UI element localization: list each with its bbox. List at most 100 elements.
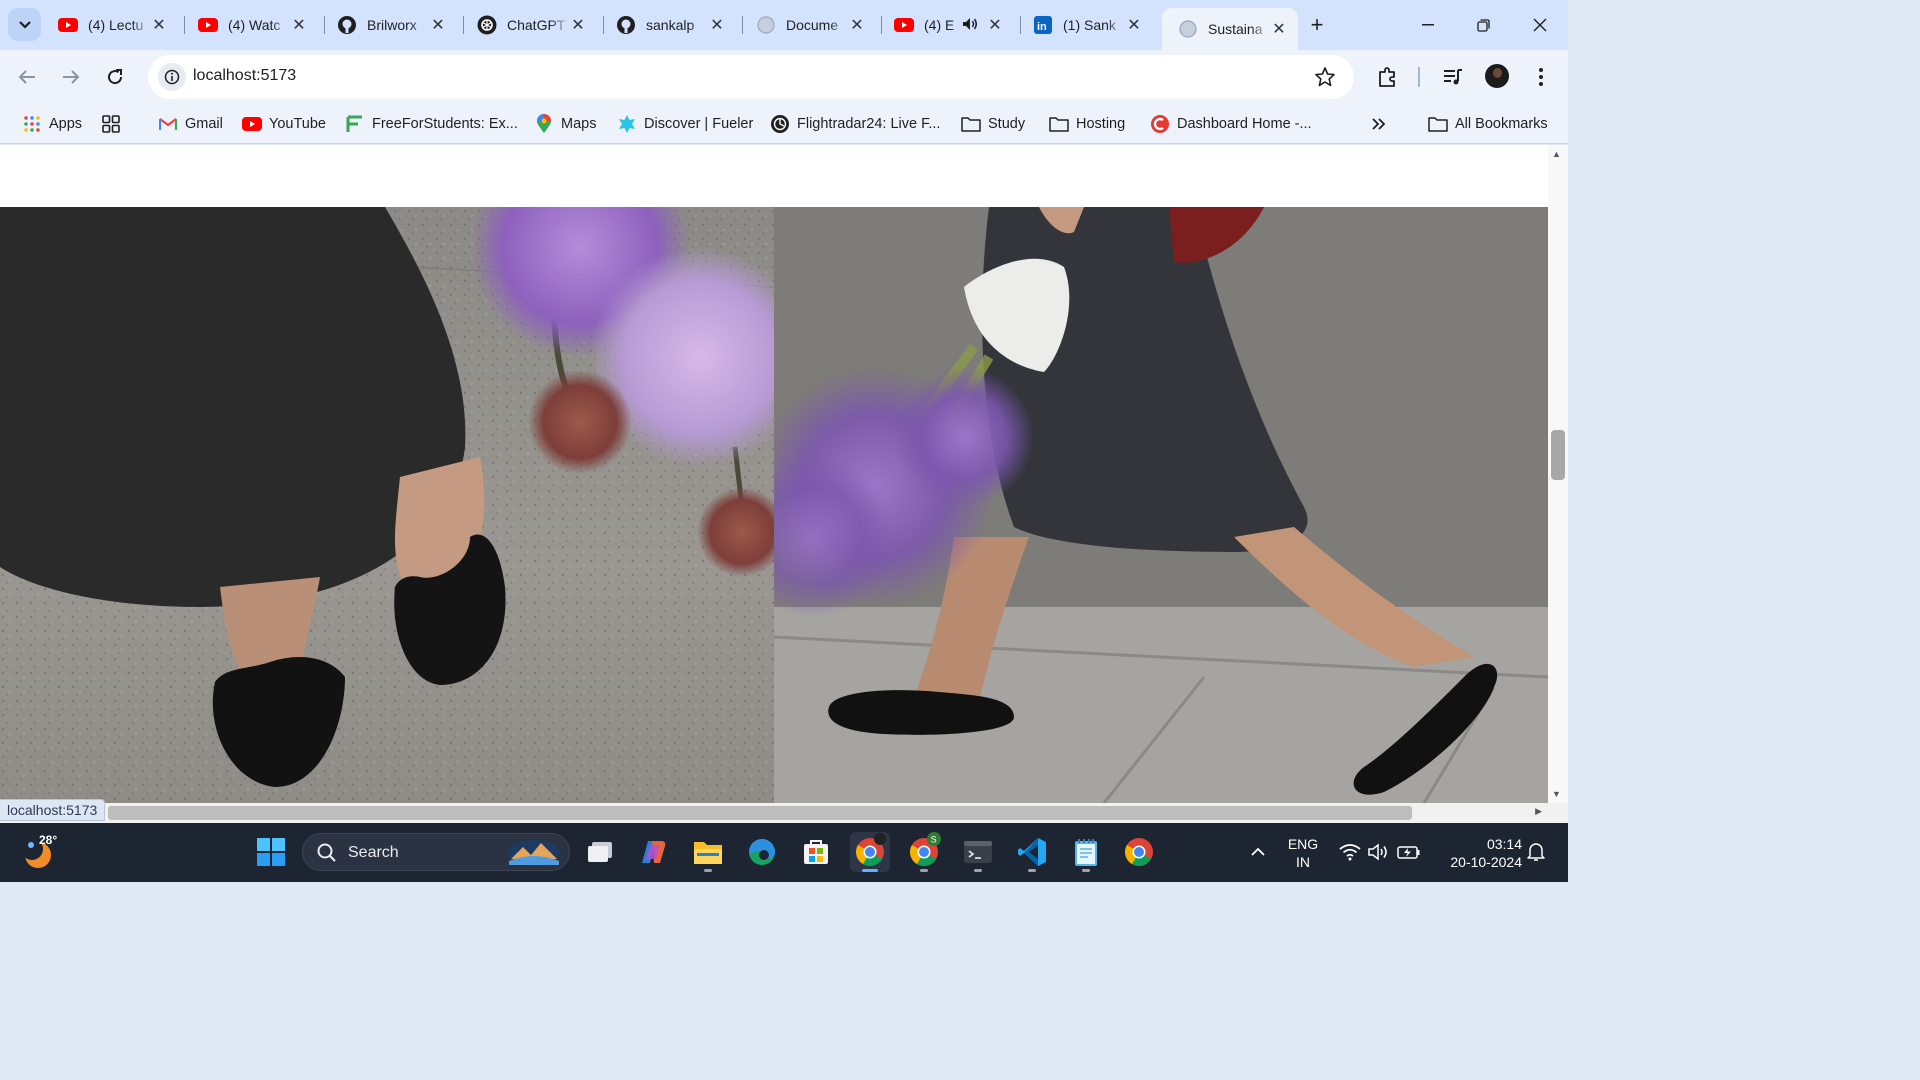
taskbar-chrome-other[interactable] <box>1119 832 1159 872</box>
taskbar-terminal[interactable] <box>958 832 998 872</box>
double-chevron-right-icon <box>1369 114 1389 134</box>
bookmark-tab-groups[interactable] <box>101 112 128 136</box>
reload-icon <box>108 69 123 85</box>
address-bar[interactable]: localhost:5173 <box>148 55 1354 99</box>
chatgpt-icon <box>477 15 497 35</box>
bookmark-gmail[interactable]: Gmail <box>158 112 223 136</box>
taskbar-chrome-profile-s[interactable]: S <box>904 832 944 872</box>
scroll-up-arrow-icon[interactable]: ▲ <box>1552 149 1561 159</box>
tab-title: Brilworx <box>367 17 417 33</box>
fueler-icon <box>617 114 637 134</box>
taskbar-store[interactable] <box>796 832 836 872</box>
more-bookmarks-button[interactable] <box>1369 112 1396 136</box>
gmail-icon <box>158 114 178 134</box>
horizontal-scrollbar-thumb[interactable] <box>108 806 1412 820</box>
scrollbar-corner <box>1548 803 1568 823</box>
tab-linkedin[interactable]: in (1) Sank ✕ <box>1017 8 1153 42</box>
close-tab-icon[interactable]: ✕ <box>290 16 308 34</box>
bookmark-freeforstudents[interactable]: FreeForStudents: Ex... <box>345 112 518 136</box>
taskbar-notepad[interactable] <box>1066 832 1106 872</box>
tab-github-sankalp[interactable]: sankalp ✕ <box>600 8 736 42</box>
vertical-scrollbar[interactable]: ▲ ▼ <box>1548 145 1568 803</box>
input-language-indicator[interactable]: ENG IN <box>1284 835 1322 871</box>
tab-youtube-watch[interactable]: (4) Watc ✕ <box>182 8 318 42</box>
taskbar-search-box[interactable]: Search <box>302 833 570 871</box>
tab-strip: (4) Lectu ✕ (4) Watc ✕ Brilworx ✕ ChatGP… <box>0 0 1568 50</box>
tab-title: (4) E <box>924 17 955 33</box>
edge-icon <box>749 839 775 865</box>
clock[interactable]: 03:14 20-10-2024 <box>1432 835 1522 871</box>
scroll-down-arrow-icon[interactable]: ▼ <box>1552 789 1561 799</box>
tab-search-button[interactable] <box>8 8 41 41</box>
minimize-button[interactable] <box>1413 10 1443 40</box>
bookmark-fueler[interactable]: Discover | Fueler <box>617 112 753 136</box>
battery-status[interactable] <box>1389 832 1429 872</box>
bookmark-dashboard[interactable]: Dashboard Home -... <box>1150 112 1312 136</box>
taskbar-edge[interactable] <box>742 832 782 872</box>
arrow-left-icon <box>18 70 35 84</box>
close-tab-icon[interactable]: ✕ <box>986 16 1004 34</box>
tab-title: (4) Lectu <box>88 17 144 33</box>
forward-button[interactable] <box>55 61 87 93</box>
link-status-bubble: localhost:5173 <box>0 799 106 821</box>
globe-icon <box>1178 19 1198 39</box>
globe-icon <box>756 15 776 35</box>
tab-github-brilworx[interactable]: Brilworx ✕ <box>321 8 457 42</box>
freeforstudents-icon <box>345 114 365 134</box>
bookmark-folder-study[interactable]: Study <box>961 112 1025 136</box>
bookmark-maps[interactable]: Maps <box>534 112 596 136</box>
close-tab-icon[interactable]: ✕ <box>150 16 168 34</box>
svg-text:in: in <box>1037 21 1047 33</box>
all-bookmarks-button[interactable]: All Bookmarks <box>1428 112 1548 136</box>
clock-time: 03:14 <box>1486 836 1522 852</box>
tab-youtube-audio[interactable]: (4) E ✕ <box>878 8 1014 42</box>
bookmark-folder-hosting[interactable]: Hosting <box>1049 112 1125 136</box>
battery-charging-icon <box>1397 846 1420 859</box>
tab-sustaina-active[interactable]: Sustaina ✕ <box>1162 8 1298 50</box>
media-controls-button[interactable] <box>1439 63 1467 91</box>
tab-chatgpt[interactable]: ChatGPT ✕ <box>461 8 597 42</box>
extensions-button[interactable] <box>1374 63 1402 91</box>
terminal-icon <box>964 841 992 863</box>
taskbar-file-explorer[interactable] <box>688 832 728 872</box>
tab-document[interactable]: Docume ✕ <box>740 8 876 42</box>
weather-widget[interactable]: 28° <box>22 833 62 873</box>
scroll-right-arrow-icon[interactable]: ▶ <box>1535 806 1542 817</box>
tab-youtube-lecture[interactable]: (4) Lectu ✕ <box>42 8 178 42</box>
bookmark-label: Maps <box>561 116 597 132</box>
close-tab-icon[interactable]: ✕ <box>1270 20 1288 38</box>
bookmark-star-button[interactable] <box>1314 66 1336 88</box>
bookmark-apps[interactable]: Apps <box>22 112 82 136</box>
queue-music-icon <box>1444 69 1462 85</box>
horizontal-scrollbar[interactable]: ▶ <box>0 803 1548 823</box>
close-tab-icon[interactable]: ✕ <box>569 16 587 34</box>
browser-menu-button[interactable] <box>1527 63 1555 91</box>
reload-button[interactable] <box>99 61 131 93</box>
photo-walking-bouquet-image <box>774 207 1548 803</box>
new-tab-button[interactable]: + <box>1303 11 1331 39</box>
bookmark-youtube[interactable]: YouTube <box>242 112 326 136</box>
running-indicator <box>704 869 712 872</box>
notification-center-button[interactable] <box>1516 832 1556 872</box>
windows-logo-icon <box>257 838 285 866</box>
close-tab-icon[interactable]: ✕ <box>848 16 866 34</box>
vertical-scrollbar-thumb[interactable] <box>1551 430 1565 480</box>
taskbar-task-view[interactable] <box>580 832 620 872</box>
restore-button[interactable] <box>1468 10 1498 40</box>
close-window-button[interactable] <box>1525 10 1555 40</box>
site-info-button[interactable] <box>158 63 186 91</box>
back-button[interactable] <box>11 61 43 93</box>
close-tab-icon[interactable]: ✕ <box>429 16 447 34</box>
address-url[interactable]: localhost:5173 <box>193 67 296 85</box>
speaker-icon[interactable] <box>962 17 978 34</box>
close-tab-icon[interactable]: ✕ <box>708 16 726 34</box>
taskbar-chrome-active[interactable] <box>850 832 890 872</box>
chevron-down-icon <box>18 20 31 29</box>
taskbar-vscode[interactable] <box>1012 832 1052 872</box>
close-tab-icon[interactable]: ✕ <box>1125 16 1143 34</box>
taskbar-copilot[interactable] <box>634 832 674 872</box>
bookmark-flightradar[interactable]: Flightradar24: Live F... <box>770 112 940 136</box>
profile-avatar[interactable] <box>1485 64 1509 88</box>
start-button[interactable] <box>251 832 291 872</box>
show-hidden-icons-button[interactable] <box>1238 832 1278 872</box>
